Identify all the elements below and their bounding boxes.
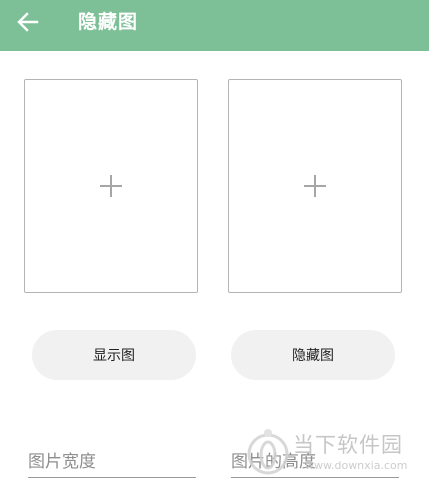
show-image-button[interactable]: 显示图 xyxy=(32,330,196,380)
arrow-left-icon xyxy=(17,12,39,32)
display-image-picker[interactable] xyxy=(24,79,198,293)
hide-image-button[interactable]: 隐藏图 xyxy=(231,330,395,380)
back-button[interactable] xyxy=(12,6,44,38)
plus-icon xyxy=(100,175,122,197)
image-width-input[interactable] xyxy=(28,446,196,477)
plus-icon xyxy=(304,175,326,197)
hidden-image-picker[interactable] xyxy=(228,79,402,293)
image-height-input[interactable] xyxy=(231,446,399,477)
image-width-field xyxy=(28,446,196,478)
image-height-field xyxy=(231,446,399,478)
app-bar: 隐藏图 xyxy=(0,0,429,51)
page-title: 隐藏图 xyxy=(78,11,139,33)
